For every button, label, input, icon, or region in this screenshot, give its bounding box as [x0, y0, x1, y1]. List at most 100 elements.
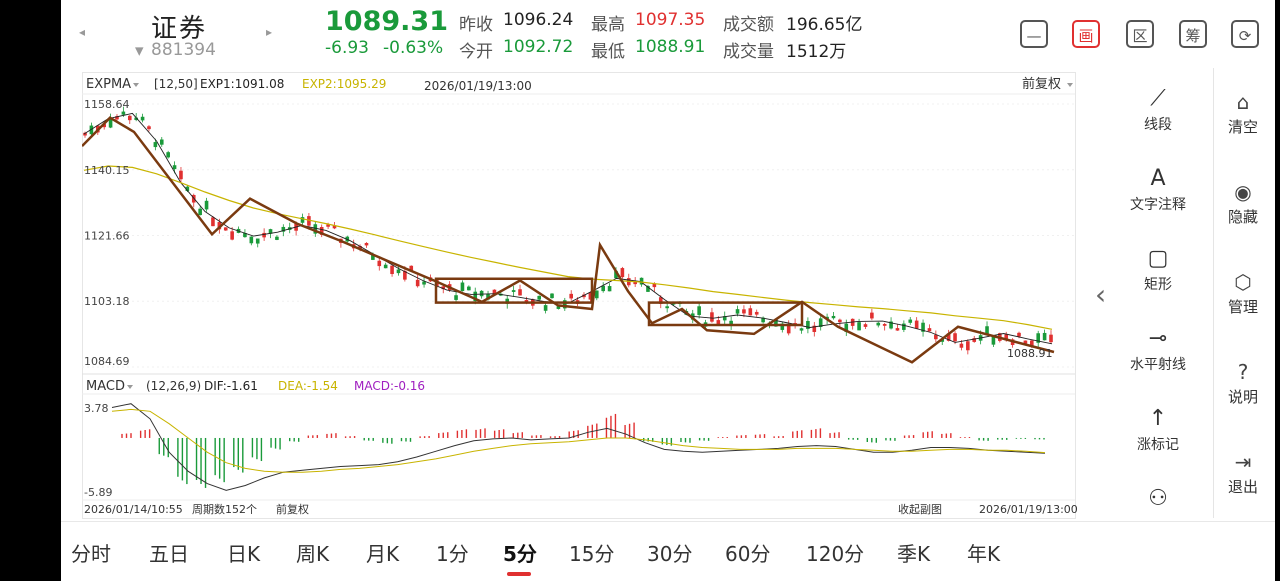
horizontal-ray-tool-icon: ⊸	[1148, 326, 1168, 351]
action-label: 说明	[1227, 388, 1258, 406]
exp2-value: EXP2:1095.29	[302, 77, 386, 91]
candle-body	[179, 170, 183, 180]
tab-period[interactable]: 月K	[366, 538, 399, 567]
candle-body	[620, 268, 625, 278]
candle-body	[275, 236, 279, 240]
y-tick-label: 1158.64	[84, 98, 130, 111]
candle-body	[537, 295, 542, 300]
hide-action[interactable]: ◉ 隐藏	[1213, 178, 1273, 227]
adjust-label: 前复权	[1022, 76, 1061, 92]
tool-label: 线段	[1144, 117, 1172, 133]
line-segment-tool[interactable]: ⟋ 线段	[1098, 84, 1218, 134]
tab-period[interactable]: 120分	[806, 538, 864, 567]
tab-period[interactable]: 季K	[897, 538, 930, 567]
rise-mark-tool-icon: ↑	[1148, 406, 1168, 431]
text-note-tool[interactable]: A 文字注释	[1098, 164, 1218, 214]
exp1-line	[83, 112, 1053, 345]
candle-body	[153, 142, 158, 148]
candle-body	[460, 282, 465, 292]
candle-body	[876, 322, 881, 326]
action-label: 管理	[1227, 298, 1258, 316]
tab-period[interactable]: 1分	[436, 538, 469, 567]
kline-chart[interactable]: EXPMA [12,50] EXP1:1091.08 EXP2:1095.29 2026…	[81, 72, 1089, 519]
exit-action-icon: ⇥	[1234, 450, 1252, 474]
macd-ymax: 3.78	[84, 402, 109, 415]
candle-body	[140, 116, 145, 121]
tabs-divider	[61, 521, 1275, 522]
stat-value: 196.65亿	[786, 15, 863, 35]
macd-dropdown-icon	[127, 385, 133, 389]
tab-period[interactable]: 15分	[569, 538, 614, 567]
period-tabs: 分时 五日 日K 周K 月K 1分 5分 15分 30分 60分 120分 季K 年K	[61, 528, 1275, 578]
prev-stock-arrow[interactable]: ◂	[79, 25, 85, 39]
candle-body	[799, 328, 804, 331]
more-tool-icon: ⚇	[1148, 486, 1168, 511]
tab-period[interactable]: 五日	[149, 538, 189, 567]
price-change: -6.93	[325, 38, 369, 58]
candle-body	[895, 328, 900, 331]
text-note-tool-icon: A	[1150, 166, 1166, 191]
tab-period[interactable]: 30分	[647, 538, 692, 567]
chart-area[interactable]: EXPMA [12,50] EXP1:1091.08 EXP2:1095.29 2026…	[81, 72, 1089, 519]
horizontal-ray-tool[interactable]: ⊸ 水平射线	[1098, 324, 1218, 374]
hide-action-icon: ◉	[1234, 180, 1252, 204]
y-tick-label: 1103.18	[84, 295, 130, 308]
tab-period[interactable]: 60分	[725, 538, 770, 567]
section-icon[interactable]: 区	[1126, 20, 1154, 48]
exit-action[interactable]: ⇥ 退出	[1213, 448, 1273, 497]
stat-value: 1096.24	[503, 10, 574, 30]
candle-body	[390, 265, 394, 275]
stat-label: 成交额	[723, 15, 774, 35]
candle-body	[601, 285, 605, 292]
kline-app: ◂ ▸ 证券 ▾ 881394 1089.31 -6.93 -0.63% 昨收 1…	[61, 0, 1275, 581]
candle-body	[748, 308, 753, 316]
candle-body	[467, 286, 471, 291]
tab-period[interactable]: 日K	[227, 538, 260, 567]
candle-body	[882, 324, 887, 326]
candle-body	[1049, 334, 1053, 343]
chip-icon[interactable]: 筹	[1179, 20, 1207, 48]
stat-label: 今开	[459, 42, 493, 62]
indicator-dropdown-icon	[133, 83, 139, 87]
candle-body	[831, 315, 836, 319]
candle-body	[927, 328, 932, 332]
rise-mark-tool[interactable]: ↑ 涨标记	[1098, 404, 1218, 454]
candle-body	[479, 290, 484, 297]
next-stock-arrow[interactable]: ▸	[266, 25, 272, 39]
manage-action[interactable]: ⬡ 管理	[1213, 268, 1273, 317]
candle-body	[863, 324, 868, 327]
help-action[interactable]: ? 说明	[1213, 358, 1273, 407]
indicator-name: EXPMA	[86, 77, 131, 92]
exp1-value: EXP1:1091.08	[200, 77, 284, 91]
candle-body	[697, 306, 701, 315]
adjust-dropdown-icon	[1067, 83, 1073, 87]
candle-body	[249, 236, 254, 244]
candle-body	[364, 242, 369, 246]
tab-period[interactable]: 5分	[503, 538, 537, 567]
x-end-label: 2026/01/19/13:00	[979, 503, 1078, 516]
stat-label: 成交量	[723, 42, 774, 62]
trend-segments	[81, 116, 1055, 364]
rectangle-tool-icon: ▢	[1147, 246, 1169, 271]
more-tool[interactable]: ⚇	[1098, 484, 1218, 514]
tab-period[interactable]: 周K	[296, 538, 329, 567]
rectangle-tool[interactable]: ▢ 矩形	[1098, 244, 1218, 294]
crosshair-datetime: 2026/01/19/13:00	[424, 79, 532, 93]
candle-body	[396, 269, 401, 274]
candle-body	[710, 312, 714, 322]
candle-body	[172, 165, 177, 170]
code-dropdown-icon[interactable]: ▾	[135, 41, 144, 61]
x-start-label: 2026/01/14/10:55	[84, 503, 183, 516]
draw-icon[interactable]: 画	[1072, 20, 1100, 48]
active-tab-indicator	[507, 572, 531, 576]
minus-box-icon[interactable]: —	[1020, 20, 1048, 48]
candle-body	[838, 319, 842, 323]
candle-body	[786, 325, 791, 334]
candle-body	[716, 320, 721, 325]
tab-period[interactable]: 分时	[71, 538, 111, 567]
macd-params: (12,26,9)	[146, 379, 201, 393]
clear-action[interactable]: ⌂ 清空	[1213, 88, 1273, 137]
tab-period[interactable]: 年K	[967, 538, 1000, 567]
rotate-screen-icon[interactable]: ⟳	[1231, 20, 1259, 48]
footer-adjust: 前复权	[276, 502, 309, 516]
